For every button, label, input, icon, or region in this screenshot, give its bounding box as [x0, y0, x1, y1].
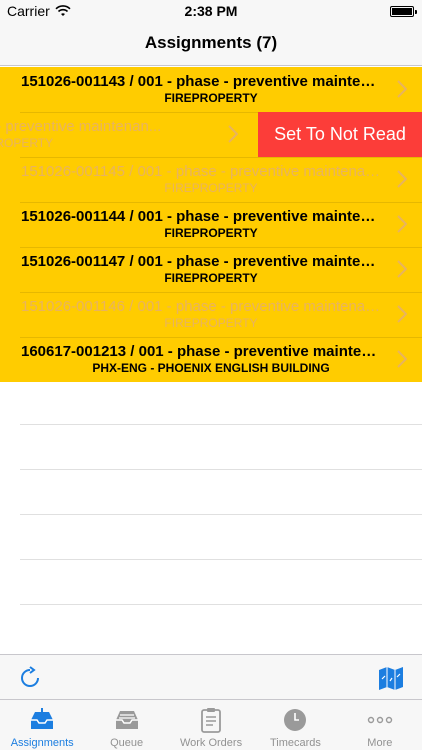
tab-label: Assignments: [10, 737, 74, 749]
tab-assignments[interactable]: Assignments: [0, 700, 84, 750]
divider: [20, 560, 422, 605]
assignment-title: 151026-001146 / 001 - phase - preventive…: [21, 298, 381, 315]
chevron-right-icon: [397, 305, 407, 323]
divider: [20, 515, 422, 560]
tab-label: Timecards: [269, 737, 321, 749]
assignment-row[interactable]: 151026-001147 / 001 - phase - preventive…: [0, 247, 422, 292]
assignment-row[interactable]: 151026-001144 / 001 - phase - preventive…: [0, 202, 422, 247]
tab-bar: Assignments Queue Work Orders Timecards …: [0, 699, 422, 750]
chevron-right-icon: [397, 350, 407, 368]
chevron-right-icon: [397, 80, 407, 98]
status-bar: Carrier 2:38 PM: [0, 0, 422, 22]
assignment-title: - phase - preventive maintenan...: [0, 118, 162, 135]
divider: [20, 425, 422, 470]
tab-more[interactable]: More: [338, 700, 422, 750]
queue-tray-icon: [115, 711, 138, 729]
status-time: 2:38 PM: [184, 3, 238, 19]
swiped-row-content: - phase - preventive maintenan... FIREPR…: [0, 112, 260, 157]
chevron-right-icon: [397, 170, 407, 188]
divider: [20, 470, 422, 515]
assignment-subtitle: PHX-ENG - PHOENIX ENGLISH BUILDING: [92, 361, 330, 375]
chevron-right-icon: [228, 125, 238, 143]
assignment-title: 151026-001145 / 001 - phase - preventive…: [21, 163, 381, 180]
assignment-subtitle: FIREPROPERTY: [164, 226, 258, 240]
refresh-button[interactable]: [18, 666, 42, 690]
clock-icon: [284, 709, 307, 731]
tab-label: Queue: [110, 737, 144, 749]
battery-icon: [390, 6, 417, 17]
assignment-title: 151026-001144 / 001 - phase - preventive…: [21, 208, 381, 225]
navigation-bar: Assignments (7): [0, 22, 422, 66]
tab-label: Work Orders: [179, 737, 243, 749]
map-icon: [379, 667, 403, 690]
clipboard-icon: [201, 708, 221, 733]
tab-label: More: [367, 737, 393, 749]
tab-work-orders[interactable]: Work Orders: [169, 700, 253, 750]
assignment-list: 151026-001143 / 001 - phase - preventive…: [0, 67, 422, 382]
assignment-row[interactable]: 151026-001146 / 001 - phase - preventive…: [0, 292, 422, 337]
assignment-row[interactable]: 151026-001143 / 001 - phase - preventive…: [0, 67, 422, 112]
chevron-right-icon: [397, 260, 407, 278]
inbox-tray-icon: [31, 708, 54, 729]
empty-list-area: [0, 380, 422, 605]
page-title: Assignments (7): [144, 33, 278, 52]
assignment-row-swiped[interactable]: - phase - preventive maintenan... FIREPR…: [0, 112, 422, 157]
more-dots-icon: [367, 716, 393, 724]
assignment-subtitle: FIREPROPERTY: [0, 136, 54, 150]
tab-timecards[interactable]: Timecards: [253, 700, 337, 750]
assignment-subtitle: FIREPROPERTY: [164, 271, 258, 285]
bottom-toolbar: [0, 654, 422, 699]
assignment-subtitle: FIREPROPERTY: [164, 91, 258, 105]
assignment-title: 151026-001147 / 001 - phase - preventive…: [21, 253, 381, 270]
chevron-right-icon: [397, 215, 407, 233]
assignment-subtitle: FIREPROPERTY: [164, 316, 258, 330]
assignment-row[interactable]: 151026-001145 / 001 - phase - preventive…: [0, 157, 422, 202]
assignment-title: 160617-001213 / 001 - phase - preventive…: [21, 343, 381, 360]
map-button[interactable]: [378, 665, 404, 691]
assignment-title: 151026-001143 / 001 - phase - preventive…: [21, 73, 381, 90]
set-not-read-button[interactable]: Set To Not Read: [258, 112, 422, 157]
refresh-icon: [21, 666, 39, 687]
divider: [20, 380, 422, 425]
tab-queue[interactable]: Queue: [84, 700, 168, 750]
assignment-subtitle: FIREPROPERTY: [164, 181, 258, 195]
assignment-row[interactable]: 160617-001213 / 001 - phase - preventive…: [0, 337, 422, 382]
